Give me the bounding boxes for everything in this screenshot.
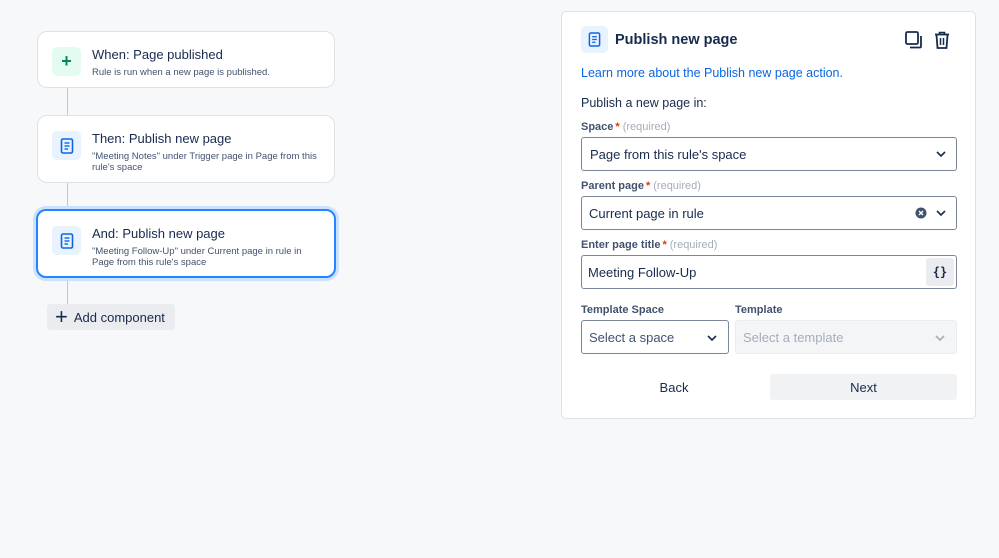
rule-flow: + When: Page published Rule is run when … [0, 0, 400, 558]
trigger-card[interactable]: + When: Page published Rule is run when … [37, 31, 335, 88]
template-space-label: Template Space [581, 304, 664, 316]
space-label-text: Space [581, 121, 614, 133]
add-component-label: Add component [73, 309, 165, 325]
plus-icon: + [55, 304, 68, 329]
page-title-label-text: Enter page title [581, 239, 661, 251]
template-select: Select a template [735, 320, 957, 354]
chevron-down-icon [935, 148, 947, 160]
add-component-button[interactable]: + Add component [47, 304, 175, 330]
required-hint: (required) [622, 121, 671, 133]
trash-icon[interactable] [931, 29, 953, 51]
parent-page-select[interactable]: Current page in rule [581, 196, 957, 230]
template-space-placeholder: Select a space [589, 329, 675, 345]
smart-value-button[interactable]: {} [926, 258, 954, 286]
action-title: And: Publish new page [92, 226, 225, 241]
parent-page-select-value: Current page in rule [589, 205, 704, 221]
space-label: Space * (required) [581, 121, 670, 133]
action-description: "Meeting Notes" under Trigger page in Pa… [92, 151, 317, 173]
required-hint: (required) [669, 239, 718, 251]
panel-title: Publish new page [615, 31, 738, 48]
required-hint: (required) [653, 180, 701, 192]
next-button[interactable]: Next [770, 374, 957, 400]
page-title-input[interactable] [582, 256, 912, 288]
required-marker: * [615, 121, 620, 133]
chevron-down-icon [706, 332, 718, 344]
back-button[interactable]: Back [583, 374, 765, 400]
template-placeholder: Select a template [743, 329, 844, 345]
flow-connector [67, 183, 68, 210]
panel-actions [903, 29, 953, 51]
action-card-2[interactable]: And: Publish new page "Meeting Follow-Up… [36, 209, 336, 278]
page-icon [52, 131, 81, 160]
parent-page-label-text: Parent page [581, 180, 644, 192]
space-select-value: Page from this rule's space [590, 146, 747, 162]
chevron-down-icon [935, 207, 947, 219]
duplicate-icon[interactable] [903, 29, 925, 51]
page-icon [581, 26, 608, 53]
panel-header: Publish new page [581, 26, 737, 53]
chevron-down-icon [934, 332, 946, 344]
page-icon [52, 226, 81, 255]
flow-connector [67, 278, 68, 305]
page-title-label: Enter page title * (required) [581, 239, 717, 251]
clear-icon[interactable] [915, 207, 927, 219]
action-title: Then: Publish new page [92, 131, 232, 146]
plus-icon: + [52, 47, 81, 76]
trigger-description: Rule is run when a new page is published… [92, 67, 270, 78]
required-marker: * [662, 239, 667, 251]
page-title-field: {} [581, 255, 957, 289]
required-marker: * [645, 180, 651, 192]
flow-connector [67, 88, 68, 116]
action-config-panel: Publish new page Learn more about the Pu… [561, 11, 976, 419]
template-label: Template [735, 304, 783, 316]
publish-intro: Publish a new page in: [581, 96, 707, 110]
action-card-1[interactable]: Then: Publish new page "Meeting Notes" u… [37, 115, 335, 183]
parent-page-label: Parent page * (required) [581, 180, 701, 192]
trigger-title: When: Page published [92, 47, 223, 62]
space-select[interactable]: Page from this rule's space [581, 137, 957, 171]
learn-more-link[interactable]: Learn more about the Publish new page ac… [581, 66, 843, 80]
action-description: "Meeting Follow-Up" under Current page i… [92, 246, 302, 268]
template-space-select[interactable]: Select a space [581, 320, 729, 354]
